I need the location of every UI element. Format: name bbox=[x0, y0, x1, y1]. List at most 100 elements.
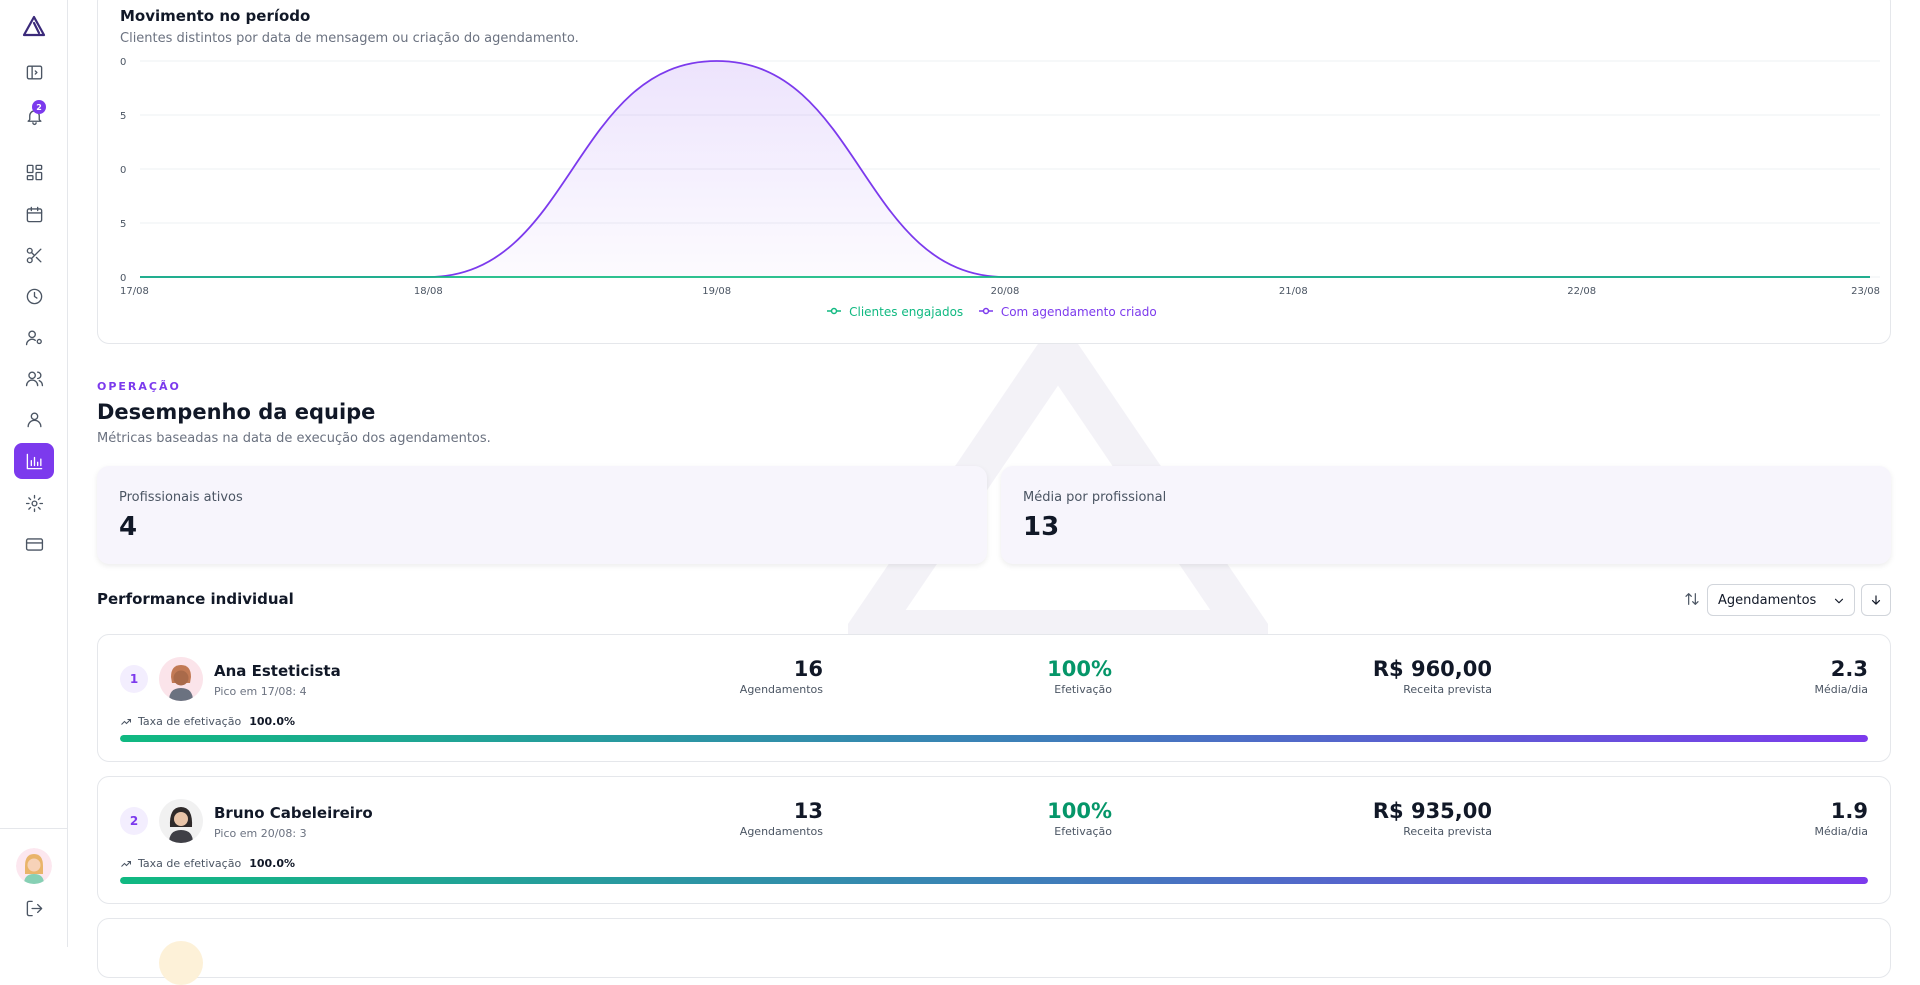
professional-name: Ana Esteticista bbox=[214, 662, 341, 680]
professional-avatar bbox=[159, 657, 203, 701]
x-tick-label: 20/08 bbox=[991, 286, 1020, 297]
sort-select[interactable]: Agendamentos bbox=[1707, 584, 1855, 616]
stat-label: Média por profissional bbox=[1023, 490, 1167, 505]
sidebar-divider bbox=[0, 828, 68, 829]
nav-professionals[interactable] bbox=[14, 319, 54, 355]
metric-efficiency: 100% Efetivação bbox=[1047, 657, 1112, 696]
metric-label: Agendamentos bbox=[739, 683, 823, 696]
x-tick-label: 23/08 bbox=[1851, 286, 1880, 297]
bar-chart-icon bbox=[26, 453, 42, 469]
professional-name: Bruno Cabeleireiro bbox=[214, 804, 373, 822]
professional-avatar bbox=[159, 799, 203, 843]
rate-progress-fill bbox=[120, 877, 1868, 884]
nav-clients[interactable] bbox=[14, 360, 54, 396]
panel-toggle-icon bbox=[26, 64, 42, 80]
x-tick-label: 18/08 bbox=[414, 286, 443, 297]
legend-line-icon bbox=[979, 307, 993, 315]
dashboard-icon bbox=[26, 164, 42, 180]
metric-avg-per-day: 1.9 Média/dia bbox=[1814, 799, 1868, 838]
metric-revenue: R$ 935,00 Receita prevista bbox=[1373, 799, 1492, 838]
y-tick-label: 5 bbox=[120, 219, 126, 230]
nav-billing[interactable] bbox=[14, 526, 54, 562]
sidebar: 2 bbox=[0, 0, 68, 947]
metric-appointments: 13 Agendamentos bbox=[740, 799, 823, 838]
professional-avatar bbox=[159, 941, 203, 985]
rate-row: Taxa de efetivação 100.0% bbox=[120, 715, 295, 728]
rate-row: Taxa de efetivação 100.0% bbox=[120, 857, 295, 870]
chevron-down-icon bbox=[1834, 598, 1844, 604]
nav-calendar[interactable] bbox=[14, 196, 54, 232]
notification-badge: 2 bbox=[32, 100, 46, 114]
rank-badge: 2 bbox=[120, 807, 148, 835]
nav-reports[interactable] bbox=[14, 443, 54, 479]
sort-select-value: Agendamentos bbox=[1718, 592, 1817, 608]
notifications-button[interactable]: 2 bbox=[14, 98, 54, 134]
nav-dashboard[interactable] bbox=[14, 154, 54, 190]
user-avatar[interactable] bbox=[16, 848, 52, 884]
triangle-logo-icon bbox=[22, 15, 46, 37]
scissors-icon bbox=[26, 247, 42, 263]
sort-direction-button[interactable] bbox=[1861, 584, 1891, 616]
metric-value: R$ 935,00 bbox=[1372, 799, 1492, 823]
professional-card bbox=[97, 918, 1891, 985]
credit-card-icon bbox=[25, 537, 43, 551]
metric-value: 100% bbox=[1047, 657, 1112, 681]
rate-progress-fill bbox=[120, 735, 1868, 742]
metric-label: Agendamentos bbox=[739, 825, 823, 838]
movement-chart-card: Movimento no período Clientes distintos … bbox=[97, 0, 1891, 344]
metric-avg-per-day: 2.3 Média/dia bbox=[1814, 657, 1868, 696]
trending-up-icon bbox=[121, 718, 131, 725]
metric-appointments: 16 Agendamentos bbox=[740, 657, 823, 696]
professional-peak: Pico em 17/08: 4 bbox=[214, 685, 307, 698]
logout-button[interactable] bbox=[14, 890, 54, 926]
metric-label: Média/dia bbox=[1814, 825, 1868, 838]
rate-label: Taxa de efetivação bbox=[138, 715, 242, 728]
section-subtitle: Métricas baseadas na data de execução do… bbox=[97, 431, 491, 446]
nav-settings[interactable] bbox=[14, 485, 54, 521]
y-tick-label: 5 bbox=[120, 111, 126, 122]
metric-value: 100% bbox=[1047, 799, 1112, 823]
brand-logo[interactable] bbox=[14, 8, 54, 44]
metric-label: Média/dia bbox=[1814, 683, 1868, 696]
gear-icon bbox=[25, 494, 43, 512]
professional-avatar-image bbox=[159, 657, 203, 701]
toggle-sidebar-button[interactable] bbox=[14, 54, 54, 90]
y-tick-label: 0 bbox=[120, 165, 126, 176]
metric-label: Efetivação bbox=[1054, 825, 1112, 838]
rate-progress-bar bbox=[120, 735, 1868, 742]
legend-line-icon bbox=[827, 307, 842, 315]
sort-arrows-icon bbox=[1684, 591, 1702, 609]
users-icon bbox=[25, 370, 43, 386]
nav-services[interactable] bbox=[14, 237, 54, 273]
professional-card: 1 Ana Esteticista Pico em 17/08: 4 16 Ag… bbox=[97, 634, 1891, 762]
arrow-down-icon bbox=[1871, 595, 1881, 605]
nav-history[interactable] bbox=[14, 278, 54, 314]
performance-title: Performance individual bbox=[97, 590, 294, 608]
metric-label: Receita prevista bbox=[1403, 683, 1492, 696]
x-tick-label: 19/08 bbox=[702, 286, 731, 297]
legend-label-scheduled: Com agendamento criado bbox=[1000, 305, 1157, 319]
metric-value: 2.3 bbox=[1830, 657, 1868, 681]
logout-icon bbox=[26, 900, 42, 916]
y-tick-label: 0 bbox=[120, 57, 126, 68]
y-tick-label: 0 bbox=[120, 273, 126, 284]
metric-value: 16 bbox=[793, 657, 823, 681]
x-tick-label: 21/08 bbox=[1279, 286, 1308, 297]
metric-value: 13 bbox=[793, 799, 823, 823]
rate-label: Taxa de efetivação bbox=[138, 857, 242, 870]
legend-item-engaged[interactable]: Clientes engajados bbox=[827, 305, 971, 319]
legend-label-engaged: Clientes engajados bbox=[849, 305, 964, 319]
x-tick-label: 17/08 bbox=[120, 286, 149, 297]
stat-value: 4 bbox=[119, 512, 138, 542]
metric-revenue: R$ 960,00 Receita prevista bbox=[1373, 657, 1492, 696]
movement-chart[interactable]: 0 5 0 5 0 17/08 18/08 19/08 20/08 21/08 22/08 23/0… bbox=[98, 0, 1892, 345]
legend-item-scheduled[interactable]: Com agendamento criado bbox=[979, 305, 1161, 319]
stat-value: 13 bbox=[1023, 512, 1060, 542]
trending-up-icon bbox=[121, 860, 131, 867]
metric-label: Receita prevista bbox=[1403, 825, 1492, 838]
professional-peak: Pico em 20/08: 3 bbox=[214, 827, 307, 840]
user-cog-icon bbox=[25, 329, 42, 345]
nav-profile[interactable] bbox=[14, 401, 54, 437]
section-title: Desempenho da equipe bbox=[97, 400, 376, 424]
stat-label: Profissionais ativos bbox=[119, 490, 243, 505]
